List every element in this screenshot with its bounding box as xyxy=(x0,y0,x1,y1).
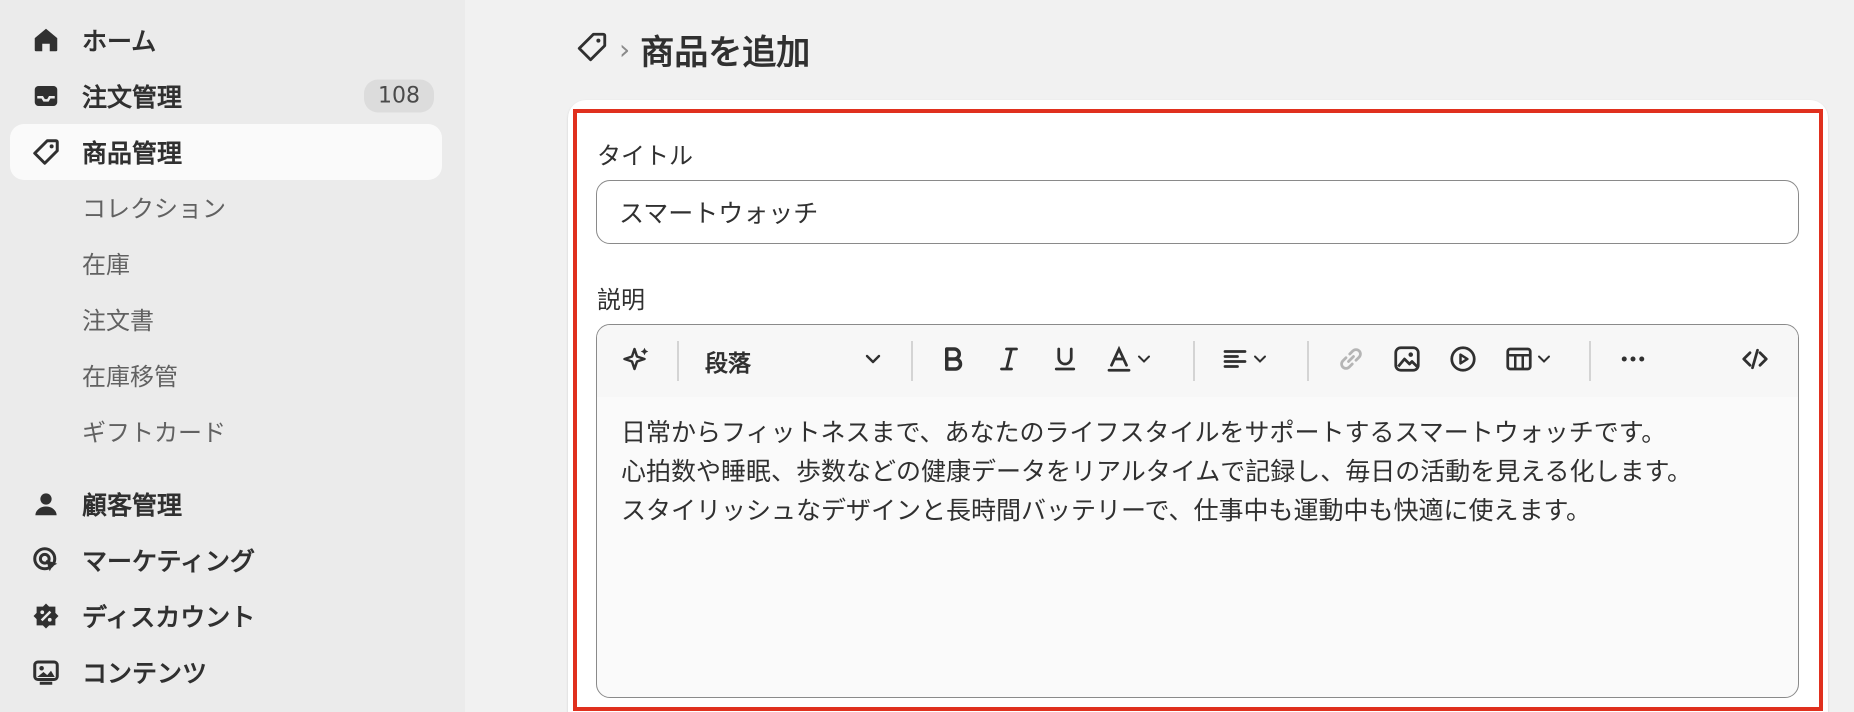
sidebar-subitem-inventory[interactable]: 在庫 xyxy=(82,242,130,282)
more-options-button[interactable] xyxy=(1611,339,1655,383)
italic-icon xyxy=(994,344,1024,378)
bold-icon xyxy=(938,344,968,378)
page-title: 商品を追加 xyxy=(640,32,811,73)
target-icon xyxy=(30,544,62,576)
toolbar-divider xyxy=(911,341,913,381)
chevron-down-icon xyxy=(1134,349,1154,373)
sidebar-item-marketing[interactable]: マーケティング xyxy=(10,532,442,588)
discount-icon xyxy=(30,600,62,632)
underline-icon xyxy=(1050,344,1080,378)
chevron-down-icon xyxy=(1534,349,1554,373)
sidebar-item-label: コンテンツ xyxy=(82,659,208,688)
sidebar-item-label: ホーム xyxy=(82,27,157,56)
home-icon xyxy=(30,24,62,56)
description-editor[interactable]: 段落 日常からフィットネスまで、あなたのライフスタイルをサポートするスマートウォ… xyxy=(596,324,1799,698)
code-icon xyxy=(1740,344,1770,378)
toolbar-divider xyxy=(1193,341,1195,381)
toolbar-divider xyxy=(1307,341,1309,381)
paragraph-select[interactable]: 段落 xyxy=(705,339,885,383)
link-button[interactable] xyxy=(1329,339,1373,383)
chevron-down-icon xyxy=(1250,349,1270,373)
title-input[interactable] xyxy=(596,180,1799,244)
more-horizontal-icon xyxy=(1618,344,1648,378)
sidebar-item-customers[interactable]: 顧客管理 xyxy=(10,476,442,532)
sidebar-subitem-collections[interactable]: コレクション xyxy=(82,186,226,226)
chevron-right-icon: › xyxy=(619,32,631,66)
tag-icon xyxy=(30,136,62,168)
ai-sparkle-button[interactable] xyxy=(615,339,659,383)
sidebar-item-label: 商品管理 xyxy=(82,139,183,168)
chevron-down-icon xyxy=(861,347,885,375)
insert-table-button[interactable] xyxy=(1497,339,1561,383)
person-icon xyxy=(30,488,62,520)
sidebar-item-discounts[interactable]: ディスカウント xyxy=(10,588,442,644)
content-icon xyxy=(30,656,62,688)
toolbar-divider xyxy=(677,341,679,381)
italic-button[interactable] xyxy=(987,339,1031,383)
sidebar: ホーム 注文管理 108 商品管理 コレクション 在庫 注文書 在庫移管 ギフト… xyxy=(0,0,465,712)
description-label: 説明 xyxy=(597,286,645,314)
align-left-icon xyxy=(1220,344,1250,378)
sidebar-subitem-purchase-orders[interactable]: 注文書 xyxy=(82,298,154,338)
link-icon xyxy=(1336,344,1366,378)
sidebar-item-content[interactable]: コンテンツ xyxy=(10,644,442,700)
text-color-button[interactable] xyxy=(1097,339,1161,383)
description-paragraph: 心拍数や睡眠、歩数などの健康データをリアルタイムで記録し、毎日の活動を見える化し… xyxy=(621,457,1693,486)
code-view-button[interactable] xyxy=(1733,339,1777,383)
toolbar-divider xyxy=(1589,341,1591,381)
sidebar-subitem-transfers[interactable]: 在庫移管 xyxy=(82,354,178,394)
bold-button[interactable] xyxy=(931,339,975,383)
underline-button[interactable] xyxy=(1043,339,1087,383)
table-icon xyxy=(1504,344,1534,378)
inbox-icon xyxy=(30,80,62,112)
sidebar-item-label: ディスカウント xyxy=(82,603,256,632)
sidebar-item-products[interactable]: 商品管理 xyxy=(10,124,442,180)
description-text[interactable]: 日常からフィットネスまで、あなたのライフスタイルをサポートするスマートウォッチで… xyxy=(621,413,1771,530)
tag-icon[interactable] xyxy=(575,30,609,68)
sidebar-item-label: マーケティング xyxy=(82,547,256,576)
sidebar-item-home[interactable]: ホーム xyxy=(10,12,442,68)
sidebar-item-label: 顧客管理 xyxy=(82,491,183,520)
orders-count-badge: 108 xyxy=(364,79,434,113)
paragraph-select-value: 段落 xyxy=(705,351,751,377)
sparkle-icon xyxy=(622,344,652,378)
sidebar-item-label: 注文管理 xyxy=(82,83,183,112)
alignment-button[interactable] xyxy=(1213,339,1277,383)
play-circle-icon xyxy=(1448,344,1478,378)
insert-image-button[interactable] xyxy=(1385,339,1429,383)
text-color-icon xyxy=(1104,344,1134,378)
sidebar-subitem-gift-cards[interactable]: ギフトカード xyxy=(82,410,226,450)
breadcrumb: › 商品を追加 xyxy=(575,26,811,73)
title-label: タイトル xyxy=(597,142,693,170)
image-icon xyxy=(1392,344,1422,378)
description-paragraph: スタイリッシュなデザインと長時間バッテリーで、仕事中も運動中も快適に使えます。 xyxy=(621,496,1592,525)
sidebar-item-orders[interactable]: 注文管理 108 xyxy=(10,68,442,124)
description-paragraph: 日常からフィットネスまで、あなたのライフスタイルをサポートするスマートウォッチで… xyxy=(621,418,1667,447)
insert-video-button[interactable] xyxy=(1441,339,1485,383)
editor-toolbar: 段落 xyxy=(597,325,1798,397)
